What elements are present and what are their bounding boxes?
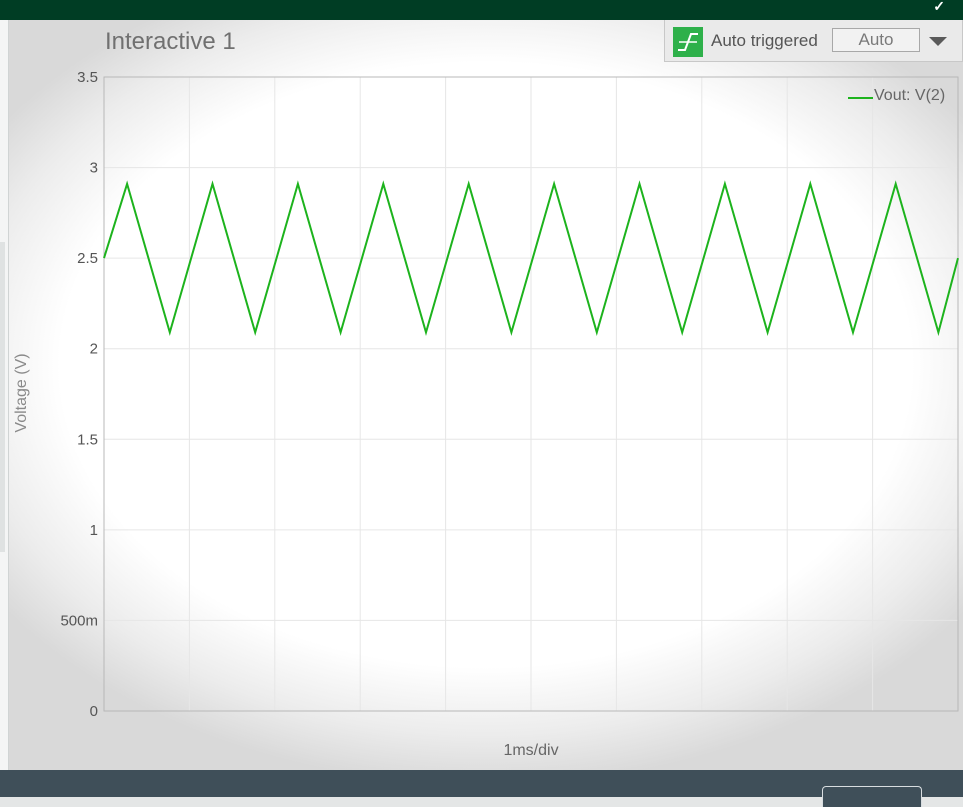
- y-tick-label: 2: [90, 341, 98, 358]
- top-bar-icon[interactable]: ✓: [933, 0, 945, 15]
- chevron-down-icon[interactable]: [924, 30, 952, 52]
- y-axis-label: Voltage (V): [13, 353, 30, 432]
- y-tick-label: 2.5: [77, 250, 98, 267]
- bottom-bar: [0, 770, 963, 807]
- chart: 0 500m 1 1.5 2 2.5 3 3.5 Voltage (V) 1ms/div Vo…: [13, 69, 959, 759]
- trigger-edge-icon[interactable]: [673, 27, 703, 57]
- y-tick-label: 1.5: [77, 431, 98, 448]
- legend[interactable]: Vout: V(2): [848, 87, 945, 104]
- y-tick-label: 1: [90, 522, 98, 539]
- x-axis-label: 1ms/div: [503, 742, 558, 759]
- chart-grid: [104, 77, 958, 711]
- trigger-label: Auto triggered: [711, 31, 818, 50]
- panel-title: Interactive 1: [105, 28, 236, 55]
- left-rail: [0, 20, 9, 770]
- trigger-control: Auto triggered Auto: [664, 20, 963, 62]
- y-tick-label: 3: [90, 160, 98, 177]
- y-axis-ticks: 0 500m 1 1.5 2 2.5 3 3.5: [60, 69, 98, 720]
- scope-panel: 0 500m 1 1.5 2 2.5 3 3.5 Voltage (V) 1ms/div Vo…: [9, 20, 963, 770]
- top-bar: ✓: [0, 0, 963, 20]
- resize-handle[interactable]: [0, 242, 5, 552]
- y-tick-label: 3.5: [77, 69, 98, 86]
- trigger-mode-select[interactable]: Auto: [832, 28, 920, 52]
- y-tick-label: 0: [90, 703, 98, 720]
- legend-label: Vout: V(2): [874, 87, 945, 104]
- y-tick-label: 500m: [60, 612, 98, 629]
